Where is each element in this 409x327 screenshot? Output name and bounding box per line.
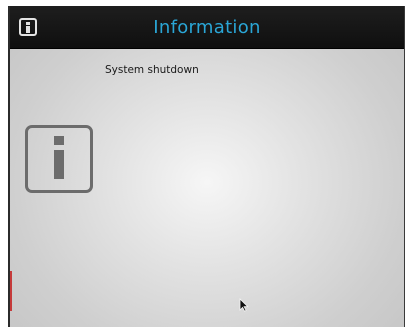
dialog-title: Information — [153, 17, 261, 38]
dialog-titlebar: Information — [10, 6, 404, 49]
screen: Information System shutdown — [0, 0, 409, 327]
dialog-message: System shutdown — [105, 64, 199, 76]
large-info-icon-dot — [54, 136, 64, 145]
mouse-cursor-icon — [239, 298, 249, 312]
edge-divider — [10, 271, 12, 311]
large-info-icon-stem — [54, 150, 64, 179]
information-dialog: Information System shutdown — [8, 6, 405, 327]
large-info-icon — [25, 125, 93, 193]
